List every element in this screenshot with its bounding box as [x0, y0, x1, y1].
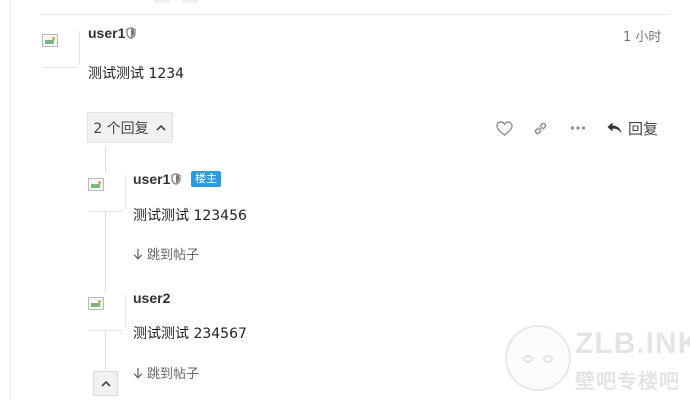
post-timestamp[interactable]: 1 小时 [623, 26, 661, 45]
broken-image-icon [42, 34, 58, 47]
post-username[interactable]: user1 [88, 25, 125, 41]
broken-image-icon [88, 297, 104, 310]
ellipsis-icon [570, 126, 586, 130]
post-content: 测试测试 1234 [88, 66, 185, 82]
broken-image-icon [88, 178, 104, 191]
reply-username[interactable]: user1 [133, 171, 170, 187]
arrow-down-icon [133, 248, 143, 260]
avatar[interactable] [40, 28, 80, 68]
arrow-down-icon [133, 367, 143, 379]
replies-count-label: 2 个回复 [93, 120, 149, 137]
reply-content: 测试测试 123456 [133, 208, 247, 224]
chevron-up-icon [100, 380, 111, 387]
reply-button[interactable]: 回复 [606, 116, 658, 140]
copy-link-button[interactable] [528, 116, 552, 140]
post-divider [40, 14, 670, 15]
jump-to-post-link[interactable]: 跳到帖子 [133, 363, 199, 382]
like-button[interactable] [492, 116, 516, 140]
left-divider [10, 0, 11, 400]
top-ghost-mark [182, 0, 198, 3]
mascot-face-icon [505, 325, 571, 391]
avatar[interactable] [86, 291, 126, 331]
watermark-logo: ZLB.INK 壁吧专楼吧 [505, 323, 690, 395]
jump-to-post-link[interactable]: 跳到帖子 [133, 244, 199, 263]
watermark-sub-text: 壁吧专楼吧 [575, 369, 680, 393]
top-ghost-mark [154, 0, 170, 3]
shield-icon [171, 173, 181, 185]
reply-username[interactable]: user2 [133, 290, 170, 306]
reply-label: 回复 [628, 119, 659, 138]
jump-label: 跳到帖子 [147, 367, 200, 382]
link-icon [534, 122, 546, 134]
show-replies-button[interactable]: 2 个回复 [87, 112, 173, 143]
chevron-up-icon [156, 124, 166, 131]
topic-page: user1 1 小时 测试测试 1234 2 个回复 回复 user1 楼主 测… [0, 0, 690, 400]
collapse-replies-button[interactable] [93, 371, 118, 396]
reply-arrow-icon [607, 122, 622, 134]
more-button[interactable] [566, 116, 590, 140]
watermark-logo-text: ZLB.INK [575, 327, 690, 360]
heart-icon [495, 120, 513, 136]
jump-label: 跳到帖子 [147, 248, 200, 263]
shield-icon [126, 27, 136, 39]
avatar[interactable] [86, 172, 126, 212]
reply-content: 测试测试 234567 [133, 326, 247, 342]
op-badge: 楼主 [191, 171, 221, 187]
